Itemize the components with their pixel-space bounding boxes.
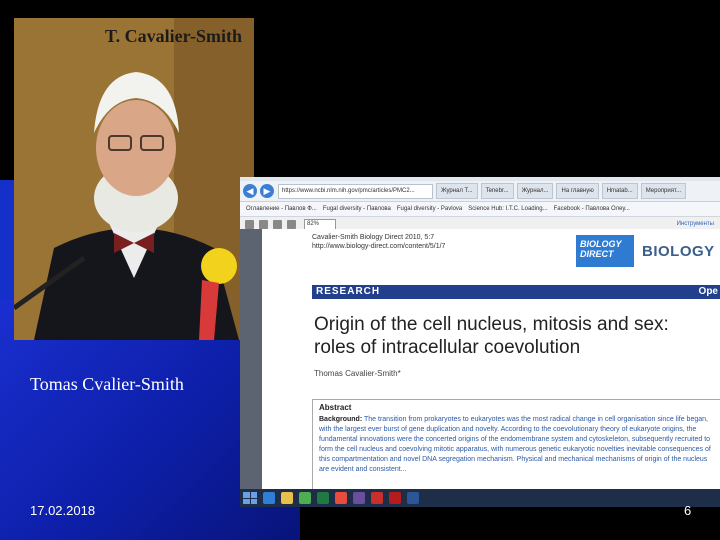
- pdf-icon[interactable]: [389, 492, 401, 504]
- citation: Cavalier-Smith Biology Direct 2010, 5:7 …: [312, 233, 445, 251]
- portrait-photo: T. Cavalier-Smith: [14, 18, 254, 340]
- powerpoint-icon[interactable]: [371, 492, 383, 504]
- bookmark-item[interactable]: Fugal diversity - Павлова: [323, 206, 391, 212]
- url-field[interactable]: https://www.ncbi.nlm.nih.gov/pmc/article…: [278, 183, 433, 199]
- journal-name: BIOLOGY D: [642, 243, 720, 260]
- browser-address-bar: ◀ ▶ https://www.ncbi.nlm.nih.gov/pmc/art…: [240, 181, 720, 202]
- article-title-line: roles of intracellular coevolution: [314, 337, 581, 358]
- browser-tab[interactable]: Журнал Т...: [436, 183, 478, 199]
- citation-line: Cavalier-Smith Biology Direct 2010, 5:7: [312, 234, 435, 241]
- media-icon[interactable]: [299, 492, 311, 504]
- save-icon[interactable]: [245, 219, 254, 229]
- back-icon[interactable]: ◀: [243, 184, 257, 198]
- windows-taskbar: [240, 489, 720, 507]
- excel-icon[interactable]: [317, 492, 329, 504]
- article-title: Origin of the cell nucleus, mitosis and …: [314, 313, 720, 359]
- browser-tab[interactable]: Мероприят...: [640, 183, 687, 199]
- abstract-text: Background: The transition from prokaryo…: [319, 415, 717, 475]
- slide-caption: Tomas Cvalier-Smith: [30, 374, 184, 394]
- journal-logo-line: BIOLOGY: [580, 239, 622, 249]
- access-label: Ope: [698, 286, 718, 297]
- browser-tab[interactable]: Журнал...: [516, 183, 554, 199]
- browser-tab[interactable]: Hmatab...: [601, 183, 638, 199]
- browser-screenshot: ◀ ▶ https://www.ncbi.nlm.nih.gov/pmc/art…: [240, 177, 720, 507]
- slide-number: 6: [684, 503, 692, 518]
- bookmark-item[interactable]: Science Hub: I.T.C. Loading...: [468, 206, 547, 212]
- abstract-label: Background:: [319, 416, 363, 423]
- tools-link[interactable]: Инструменты: [677, 221, 714, 227]
- windows-start-icon[interactable]: [243, 492, 257, 504]
- zoom-select[interactable]: 82%: [304, 218, 336, 230]
- abstract-box: Abstract Background: The transition from…: [312, 399, 720, 501]
- browser-tab[interactable]: На главную: [556, 183, 599, 199]
- browser-tab[interactable]: Tenebr...: [480, 183, 514, 199]
- abstract-body: The transition from prokaryotes to eukar…: [319, 416, 711, 473]
- ie-icon[interactable]: [263, 492, 275, 504]
- bookmark-item[interactable]: Facebook - Павлова Олеу...: [554, 206, 630, 212]
- journal-logo-line: DIRECT: [580, 249, 614, 259]
- article-title-line: Origin of the cell nucleus, mitosis and …: [314, 314, 669, 335]
- section-label: RESEARCH: [316, 286, 381, 297]
- chrome-icon[interactable]: [335, 492, 347, 504]
- pdf-side-panel[interactable]: [240, 229, 262, 489]
- journal-logo: BIOLOGY DIRECT: [576, 235, 634, 267]
- folder-icon[interactable]: [281, 492, 293, 504]
- slide-date: 17.02.2018: [30, 503, 96, 518]
- pdf-page: Cavalier-Smith Biology Direct 2010, 5:7 …: [262, 229, 720, 501]
- bookmark-item[interactable]: Fugal diversity - Pavlova: [397, 206, 462, 212]
- forward-icon[interactable]: ▶: [260, 184, 274, 198]
- abstract-heading: Abstract: [319, 403, 352, 412]
- bookmark-item[interactable]: Оглавление - Павлов Ф...: [246, 206, 317, 212]
- app-icon[interactable]: [353, 492, 365, 504]
- citation-url[interactable]: http://www.biology-direct.com/content/5/…: [312, 242, 445, 251]
- bookmarks-bar: Оглавление - Павлов Ф... Fugal diversity…: [240, 202, 720, 217]
- email-icon[interactable]: [273, 219, 282, 229]
- portrait-illustration: [14, 18, 254, 340]
- word-icon[interactable]: [407, 492, 419, 504]
- portrait-title: T. Cavalier-Smith: [105, 26, 242, 46]
- author: Thomas Cavalier-Smith*: [314, 369, 401, 378]
- print-icon[interactable]: [259, 219, 268, 229]
- search-icon[interactable]: [287, 219, 296, 229]
- section-banner: RESEARCH Ope: [312, 285, 720, 299]
